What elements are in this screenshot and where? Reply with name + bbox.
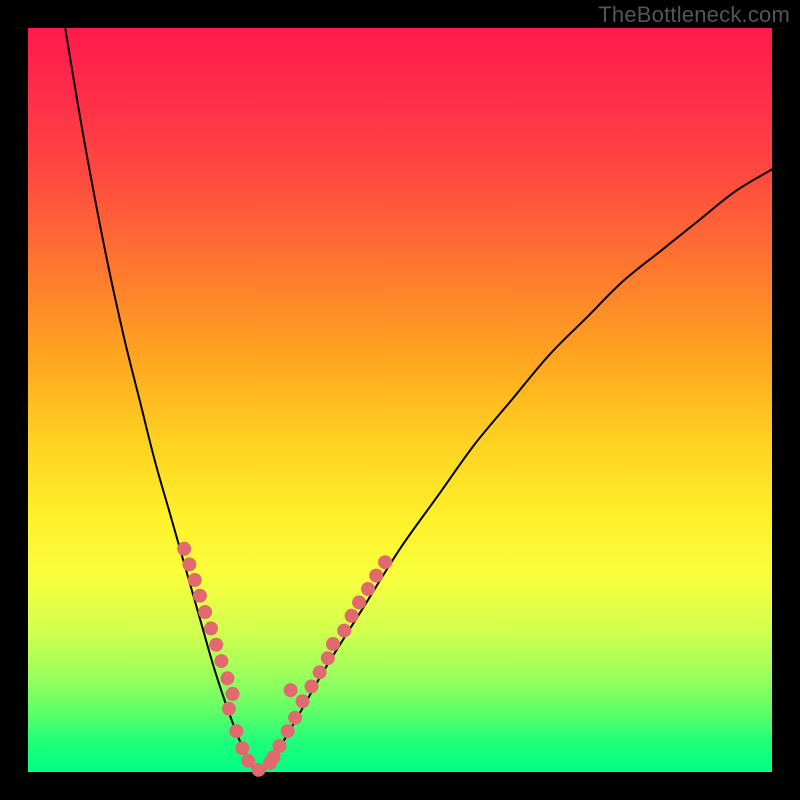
curve-marker <box>182 557 196 571</box>
curve-marker <box>235 741 249 755</box>
curve-marker <box>204 621 218 635</box>
curve-marker <box>305 679 319 693</box>
curve-marker <box>193 589 207 603</box>
outer-frame: TheBottleneck.com <box>0 0 800 800</box>
curve-marker <box>288 711 302 725</box>
curve-marker <box>220 671 234 685</box>
curve-marker <box>177 542 191 556</box>
curve-marker <box>361 582 375 596</box>
marker-layer <box>177 542 392 777</box>
watermark-text: TheBottleneck.com <box>598 2 790 28</box>
curve-marker <box>188 573 202 587</box>
curve-marker <box>209 638 223 652</box>
curve-marker <box>198 605 212 619</box>
bottleneck-curve <box>65 28 772 772</box>
chart-svg <box>28 28 772 772</box>
curve-marker <box>222 702 236 716</box>
plot-area <box>28 28 772 772</box>
curve-marker <box>345 609 359 623</box>
curve-marker <box>337 624 351 638</box>
curve-marker <box>326 637 340 651</box>
curve-marker <box>229 724 243 738</box>
curve-marker <box>378 555 392 569</box>
curve-marker <box>321 651 335 665</box>
curve-marker <box>226 687 240 701</box>
curve-marker <box>369 569 383 583</box>
curve-marker <box>273 739 287 753</box>
curve-marker <box>296 694 310 708</box>
curve-marker <box>313 665 327 679</box>
curve-marker <box>284 683 298 697</box>
curve-marker <box>281 724 295 738</box>
curve-marker <box>352 595 366 609</box>
curve-marker <box>214 654 228 668</box>
